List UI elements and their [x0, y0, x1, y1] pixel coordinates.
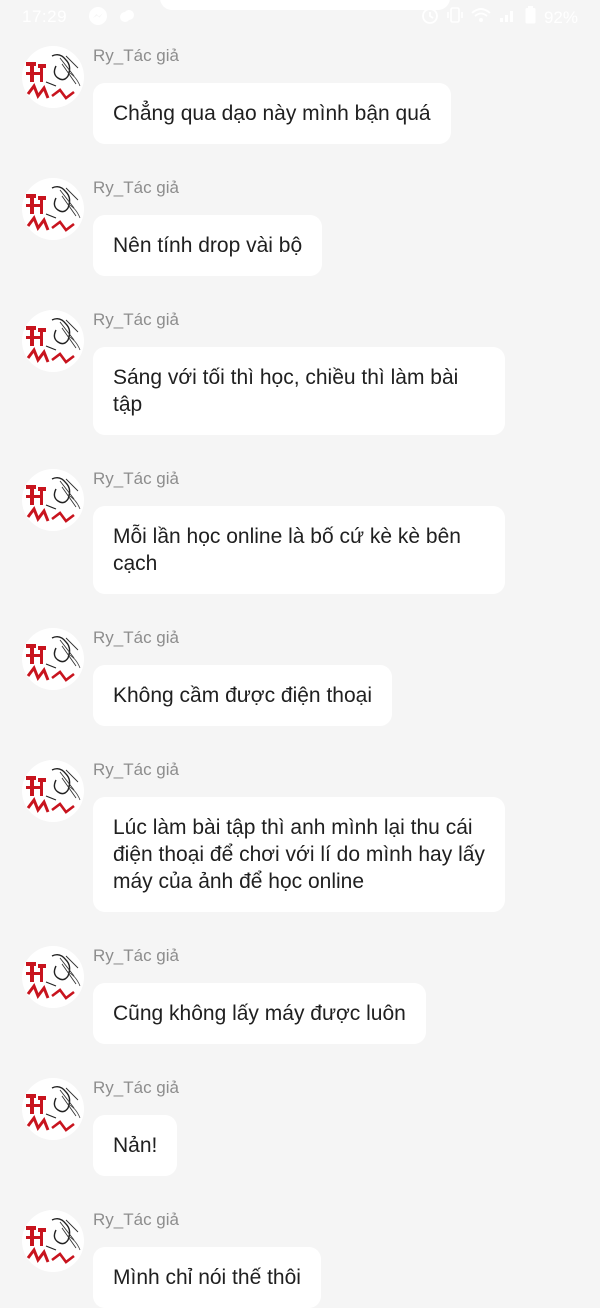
message-bubble[interactable]: Lúc làm bài tập thì anh mình lại thu cái…: [93, 797, 505, 912]
avatar-artwork: [22, 760, 84, 822]
message-bubble[interactable]: Mình chỉ nói thế thôi: [93, 1247, 321, 1308]
avatar-artwork: [22, 310, 84, 372]
battery-percentage: 92%: [543, 7, 578, 27]
avatar-artwork: [22, 469, 84, 531]
status-notification-icons: [88, 6, 136, 31]
message-bubble[interactable]: Mỗi lần học online là bố cứ kè kè bên cạ…: [93, 506, 505, 594]
sender-name: Ry_Tác giả: [93, 1078, 179, 1097]
sender-name: Ry_Tác giả: [93, 46, 179, 65]
vibrate-icon: [447, 6, 463, 29]
avatar-artwork: [22, 178, 84, 240]
sender-name: Ry_Tác giả: [93, 760, 179, 779]
avatar[interactable]: [22, 310, 84, 372]
status-system-icons: 92%: [421, 6, 578, 29]
avatar-artwork: [22, 1078, 84, 1140]
sender-name: Ry_Tác giả: [93, 628, 179, 647]
previous-message-bubble: [160, 0, 450, 10]
sender-name: Ry_Tác giả: [93, 469, 179, 488]
signal-icon: [499, 7, 517, 28]
avatar-artwork: [22, 628, 84, 690]
status-time: 17:29: [22, 7, 68, 26]
avatar[interactable]: [22, 469, 84, 531]
sender-name: Ry_Tác giả: [93, 178, 179, 197]
avatar[interactable]: [22, 46, 84, 108]
message-bubble[interactable]: Cũng không lấy máy được luôn: [93, 983, 426, 1044]
avatar[interactable]: [22, 1078, 84, 1140]
avatar-artwork: [22, 1210, 84, 1272]
avatar[interactable]: [22, 760, 84, 822]
sender-name: Ry_Tác giả: [93, 310, 179, 329]
avatar[interactable]: [22, 178, 84, 240]
avatar-artwork: [22, 46, 84, 108]
avatar[interactable]: [22, 1210, 84, 1272]
battery-icon: [525, 6, 536, 29]
cloud-icon: [118, 8, 136, 29]
sender-name: Ry_Tác giả: [93, 946, 179, 965]
message-bubble[interactable]: Chẳng qua dạo này mình bận quá: [93, 83, 451, 144]
avatar[interactable]: [22, 628, 84, 690]
wifi-icon: [471, 7, 491, 28]
message-bubble[interactable]: Nên tính drop vài bộ: [93, 215, 323, 276]
message-bubble[interactable]: Không cầm được điện thoại: [93, 665, 392, 726]
message-bubble[interactable]: Sáng với tối thì học, chiều thì làm bài …: [93, 347, 505, 435]
avatar[interactable]: [22, 946, 84, 1008]
avatar-artwork: [22, 946, 84, 1008]
sender-name: Ry_Tác giả: [93, 1210, 179, 1229]
messenger-icon: [88, 6, 108, 31]
message-bubble[interactable]: Nản!: [93, 1115, 178, 1176]
